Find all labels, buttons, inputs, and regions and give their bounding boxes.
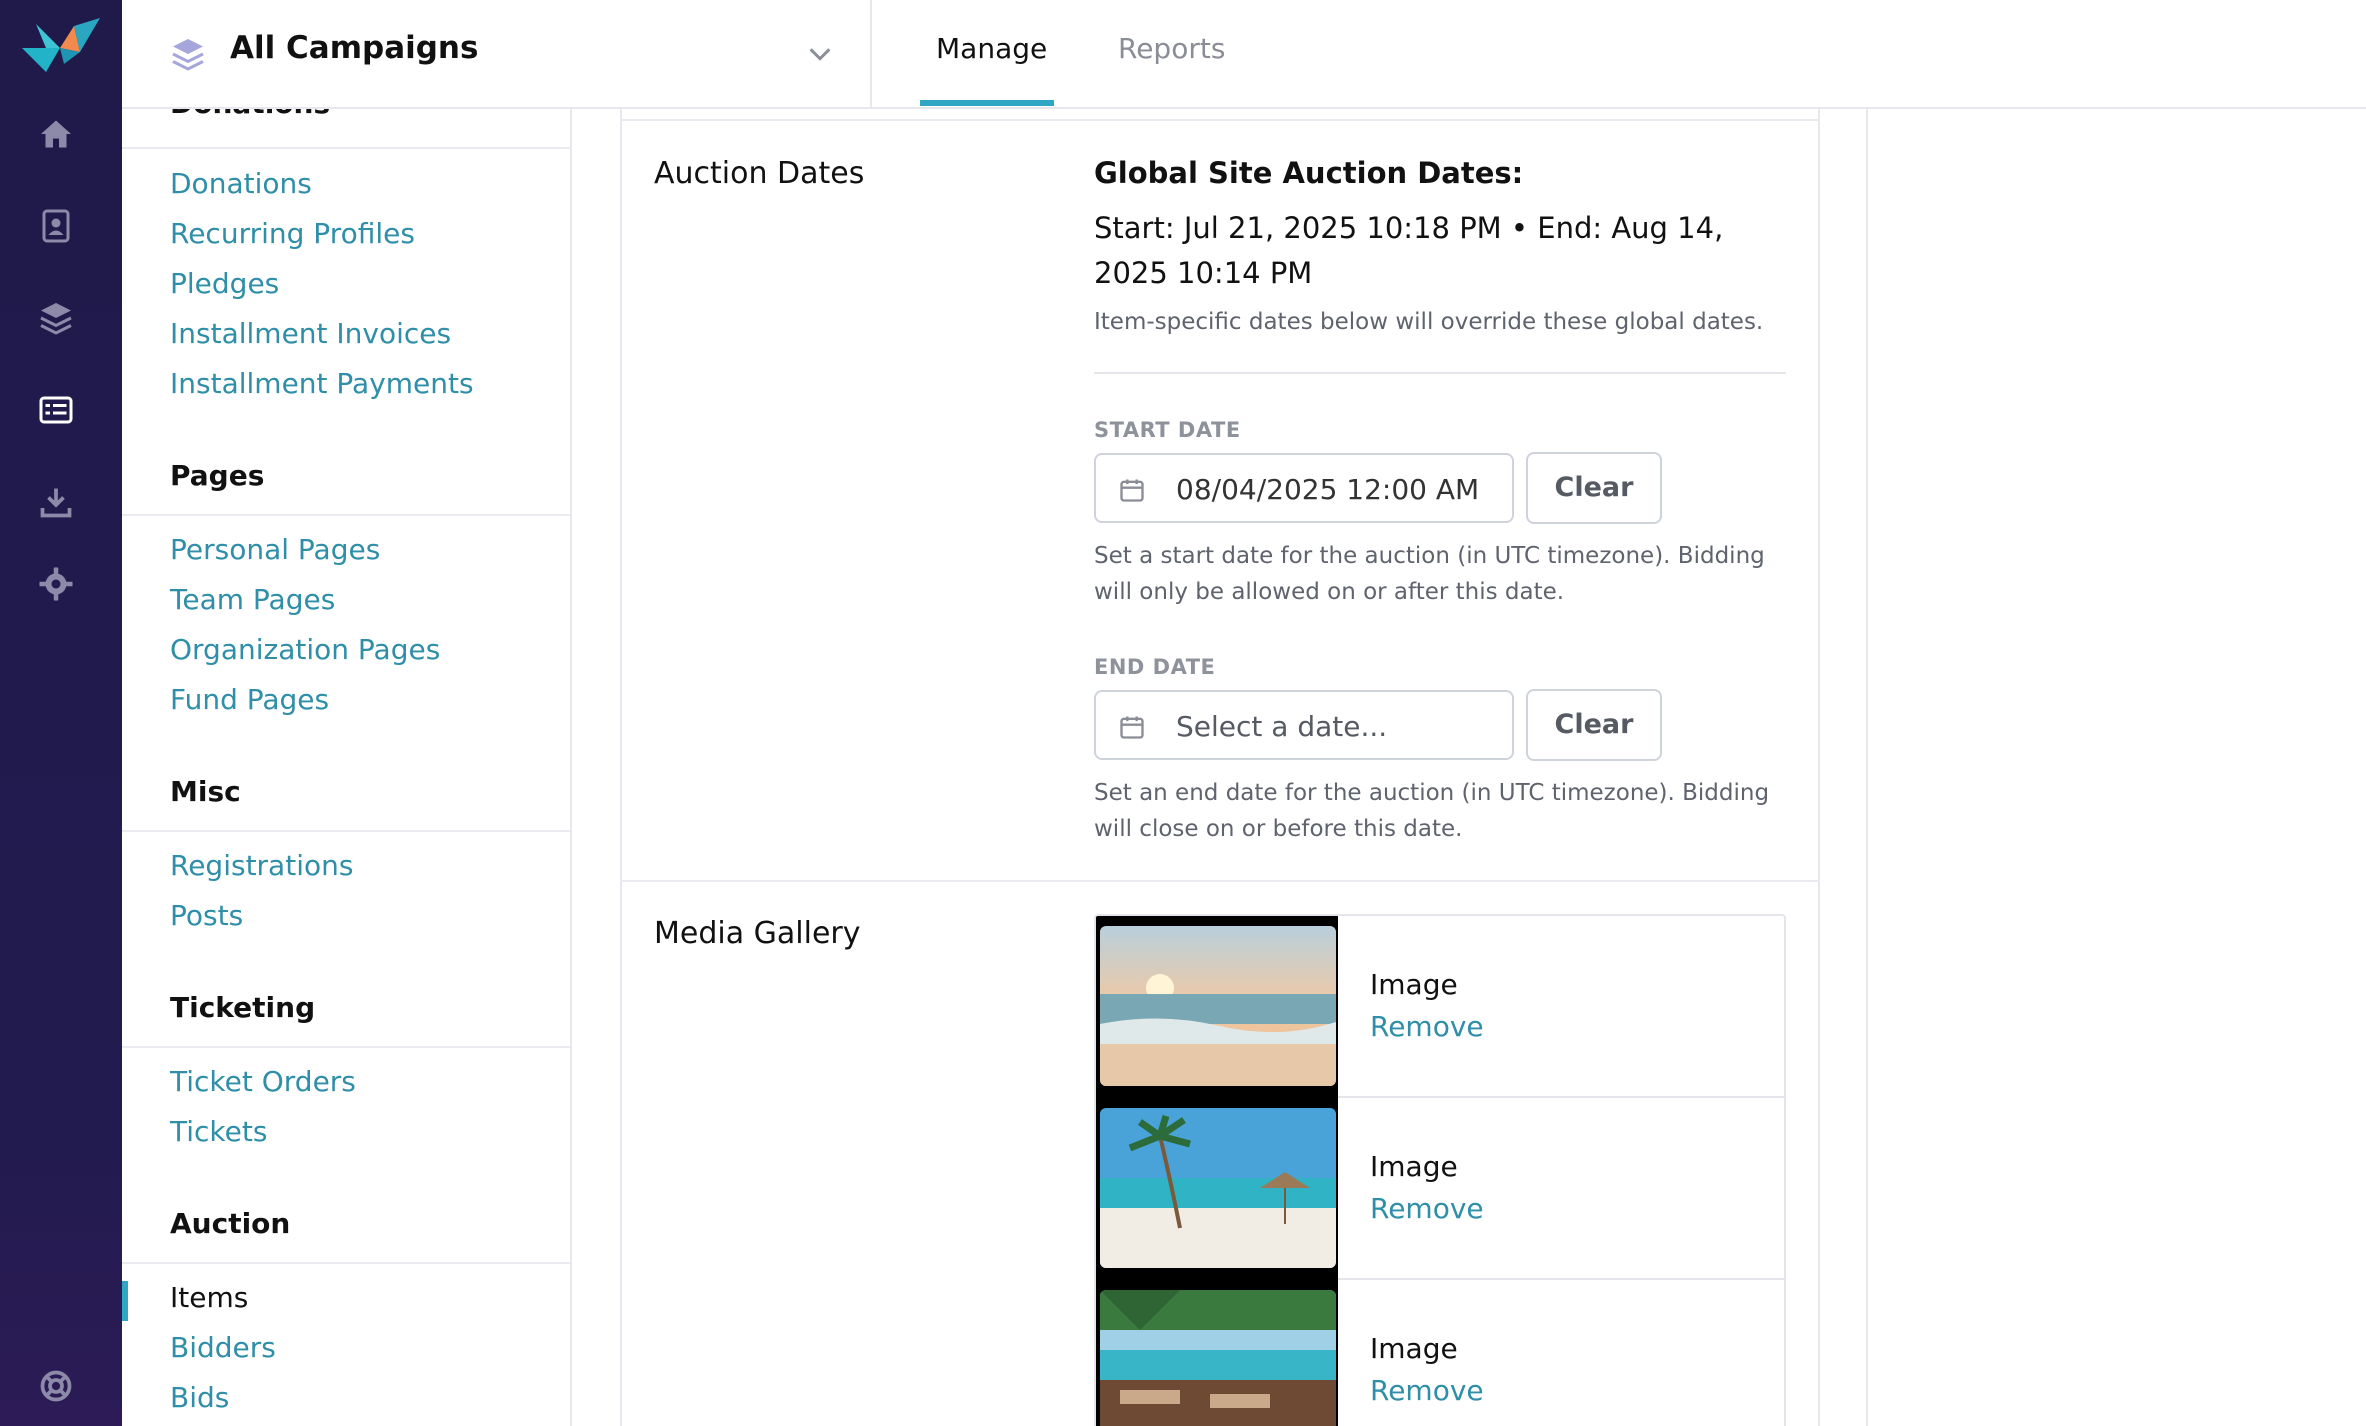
gallery-item: Image Remove — [1096, 916, 1784, 1098]
tab-manage[interactable]: Manage — [936, 32, 1047, 65]
start-date-label: START DATE — [1094, 418, 1241, 442]
active-item-indicator — [122, 1281, 128, 1321]
sidebar-item-recurring-profiles[interactable]: Recurring Profiles — [170, 217, 415, 250]
sidebar-item-organization-pages[interactable]: Organization Pages — [170, 633, 440, 666]
remove-image-link[interactable]: Remove — [1370, 1374, 1484, 1407]
download-icon[interactable] — [38, 484, 74, 520]
layers-icon[interactable] — [38, 300, 74, 336]
global-dates-hint: Item-specific dates below will override … — [1094, 309, 1764, 335]
campaign-selector[interactable]: All Campaigns — [122, 0, 872, 108]
beach-sunset-image[interactable] — [1096, 916, 1338, 1098]
gallery-item: Image Remove — [1096, 1280, 1784, 1426]
media-type-label: Image — [1370, 1332, 1458, 1365]
sidebar-item-personal-pages[interactable]: Personal Pages — [170, 533, 380, 566]
beach-palm-image[interactable] — [1096, 1098, 1338, 1280]
sidebar-item-items[interactable]: Items — [170, 1281, 248, 1314]
sidebar-section-misc: Misc — [170, 775, 241, 808]
media-gallery: Image Remove Image Remove Image Remove — [1094, 914, 1786, 1426]
end-date-label: END DATE — [1094, 655, 1216, 679]
sidebar-item-ticket-orders[interactable]: Ticket Orders — [170, 1065, 356, 1098]
media-type-label: Image — [1370, 968, 1458, 1001]
global-dates-value: Start: Jul 21, 2025 10:18 PM • End: Aug … — [1094, 211, 1724, 290]
tab-reports[interactable]: Reports — [1118, 32, 1225, 65]
gallery-item: Image Remove — [1096, 1098, 1784, 1280]
media-type-label: Image — [1370, 1150, 1458, 1183]
start-date-hint: Set a start date for the auction (in UTC… — [1094, 543, 1765, 605]
sidebar-item-posts[interactable]: Posts — [170, 899, 243, 932]
layers-icon — [170, 36, 206, 72]
sidebar-section-auction: Auction — [170, 1207, 291, 1240]
calendar-icon — [1118, 476, 1146, 504]
end-date-hint: Set an end date for the auction (in UTC … — [1094, 780, 1770, 842]
list-card-icon[interactable] — [38, 392, 74, 428]
section-sidebar: Donations Donations Recurring Profiles P… — [122, 109, 572, 1426]
sidebar-section-pages: Pages — [170, 459, 265, 492]
media-gallery-label: Media Gallery — [654, 916, 861, 951]
sidebar-section-ticketing: Ticketing — [170, 991, 316, 1024]
sidebar-item-bids[interactable]: Bids — [170, 1381, 229, 1414]
chevron-down-icon — [806, 40, 834, 68]
end-date-clear-button[interactable]: Clear — [1526, 689, 1662, 761]
bird-logo-icon[interactable] — [16, 12, 106, 76]
campaign-title: All Campaigns — [230, 30, 479, 66]
remove-image-link[interactable]: Remove — [1370, 1010, 1484, 1043]
sidebar-item-bidders[interactable]: Bidders — [170, 1331, 276, 1364]
contacts-icon[interactable] — [38, 208, 74, 244]
sidebar-item-installment-invoices[interactable]: Installment Invoices — [170, 317, 451, 350]
lifebuoy-icon[interactable] — [38, 1368, 74, 1404]
sidebar-item-installment-payments[interactable]: Installment Payments — [170, 367, 474, 400]
start-date-clear-button[interactable]: Clear — [1526, 452, 1662, 524]
sidebar-item-donations[interactable]: Donations — [170, 167, 312, 200]
sidebar-item-registrations[interactable]: Registrations — [170, 849, 353, 882]
calendar-icon — [1118, 713, 1146, 741]
auction-dates-label: Auction Dates — [654, 156, 865, 191]
end-date-input[interactable]: Select a date... — [1094, 690, 1514, 760]
start-date-input[interactable]: 08/04/2025 12:00 AM — [1094, 453, 1514, 523]
remove-image-link[interactable]: Remove — [1370, 1192, 1484, 1225]
home-icon[interactable] — [38, 116, 74, 152]
sidebar-item-pledges[interactable]: Pledges — [170, 267, 279, 300]
global-dates-title: Global Site Auction Dates: — [1094, 156, 1524, 190]
gear-icon[interactable] — [38, 566, 74, 602]
sidebar-item-team-pages[interactable]: Team Pages — [170, 583, 335, 616]
end-date-placeholder: Select a date... — [1176, 710, 1388, 743]
sidebar-item-fund-pages[interactable]: Fund Pages — [170, 683, 329, 716]
active-tab-indicator — [920, 100, 1054, 106]
sidebar-section-donations: Donations — [170, 109, 330, 120]
app-rail — [0, 0, 122, 1426]
top-bar: All Campaigns Manage Reports — [122, 0, 2366, 109]
sidebar-item-tickets[interactable]: Tickets — [170, 1115, 267, 1148]
start-date-value: 08/04/2025 12:00 AM — [1176, 473, 1480, 506]
resort-pool-image[interactable] — [1096, 1280, 1338, 1426]
